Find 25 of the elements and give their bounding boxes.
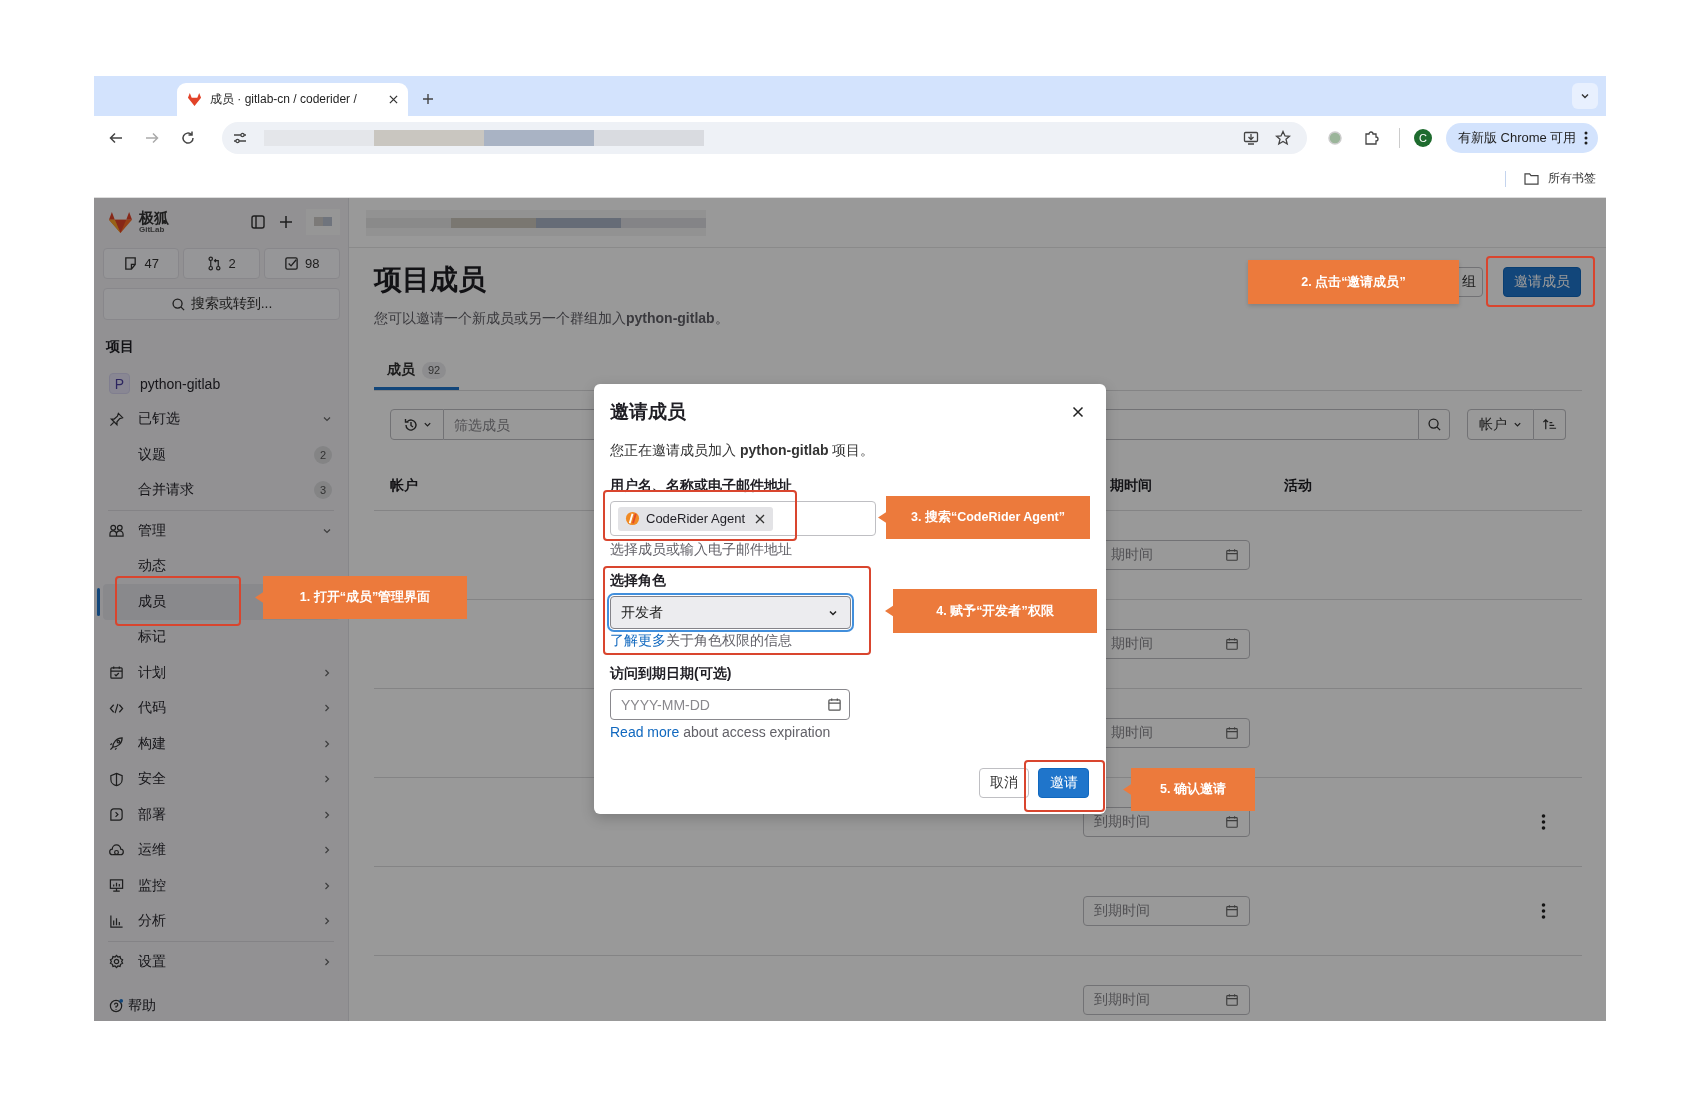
count-badge: 92 (422, 361, 447, 379)
page-description: 您可以邀请一个新成员或另一个群组加入python-gitlab。 (374, 309, 729, 328)
expiration-help-text: Read more about access expiration (610, 723, 832, 742)
tab-title: 成员 · gitlab-cn / coderider / (210, 91, 358, 108)
step-callout: 5. 确认邀请 (1123, 768, 1255, 811)
step-callout: 4. 赋予“开发者”权限 (885, 589, 1097, 633)
project-avatar: P (109, 373, 130, 395)
role-help-text: 了解更多关于角色权限的信息 (610, 631, 793, 650)
step-callout: 2. 点击“邀请成员” (1248, 260, 1459, 304)
dialog-intro: 您正在邀请成员加入 python-gitlab 项目。 (610, 441, 876, 460)
page-title: 项目成员 (374, 263, 487, 297)
column-header: 活动 (1284, 477, 1312, 495)
step-callout: 3. 搜索“CodeRider Agent” (878, 496, 1090, 539)
count-badge: 2 (314, 445, 332, 464)
field-label: 选择角色 (610, 571, 667, 590)
column-header: 期时间 (1110, 477, 1152, 495)
field-label: 访问到期日期(可选) (610, 664, 733, 683)
brand-subtitle: GitLab (139, 226, 166, 234)
section-heading: 项目 (104, 337, 135, 356)
step-callout: 1. 打开“成员”管理界面 (255, 576, 467, 619)
dialog-title: 邀请成员 (610, 400, 686, 424)
brand-name: 极狐 (139, 210, 169, 225)
column-header: 帐户 (390, 477, 418, 495)
field-hint: 选择成员或输入电子邮件地址 (610, 540, 793, 559)
count-badge: 3 (314, 481, 332, 500)
